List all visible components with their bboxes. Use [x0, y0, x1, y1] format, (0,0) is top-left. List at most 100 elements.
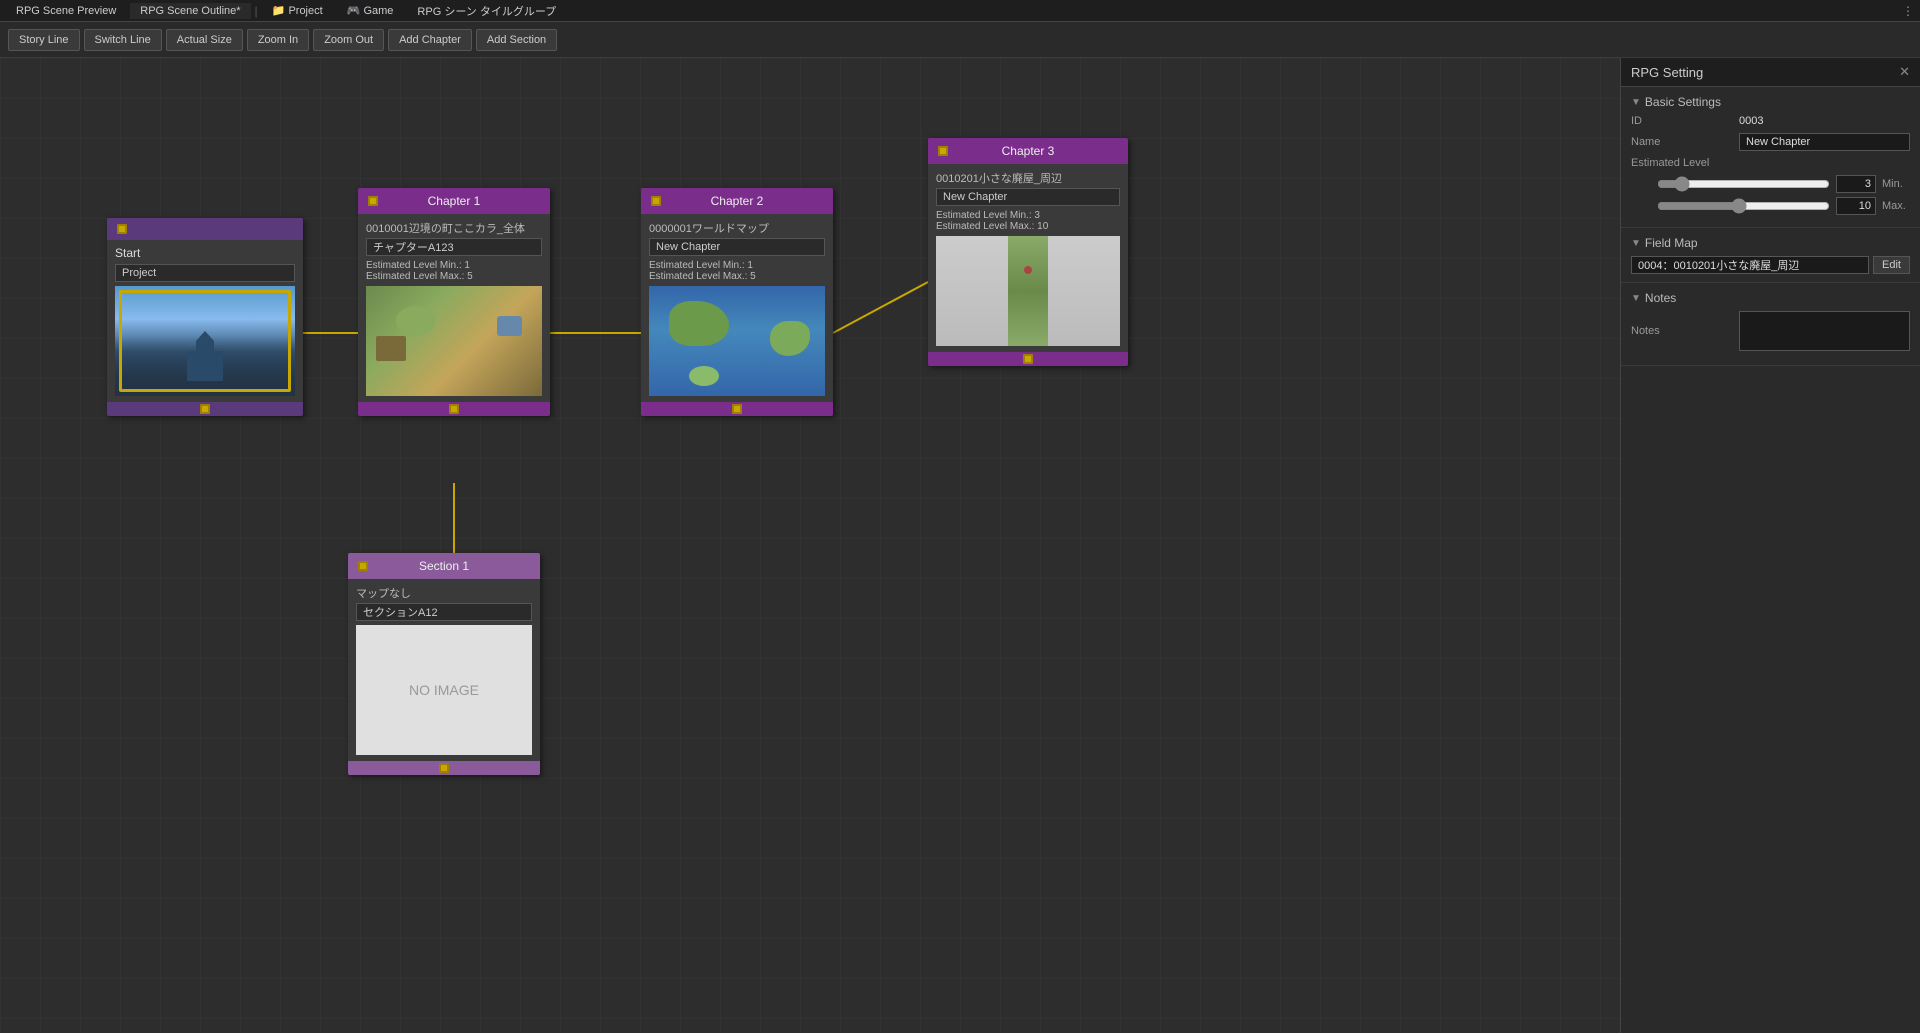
panel-close-icon[interactable]: ✕ — [1899, 64, 1910, 80]
field-map-header: ▼ Field Map — [1631, 236, 1910, 250]
start-node-footer — [107, 402, 303, 416]
chapter1-input[interactable] — [366, 238, 542, 256]
story-line-button[interactable]: Story Line — [8, 29, 80, 51]
chapter1-level: Estimated Level Min.: 1Estimated Level M… — [366, 260, 542, 282]
chapter3-level: Estimated Level Min.: 3Estimated Level M… — [936, 210, 1120, 232]
field-map-label: Field Map — [1645, 236, 1698, 250]
name-label: Name — [1631, 136, 1731, 148]
level-max-unit: Max. — [1882, 200, 1910, 212]
chapter1-connector-top — [368, 196, 378, 206]
notes-label: Notes — [1631, 325, 1731, 337]
start-connector-top — [117, 224, 127, 234]
chapter2-mapid: 0000001ワールドマップ — [649, 220, 825, 236]
level-min-slider[interactable] — [1657, 176, 1830, 192]
chapter3-connector-top — [938, 146, 948, 156]
notes-row: Notes — [1631, 311, 1910, 351]
tab-tilemap[interactable]: RPG シーン タイルグループ — [407, 1, 566, 21]
section1-connector-bottom — [439, 763, 449, 773]
chapter2-image — [649, 286, 825, 396]
zoom-out-button[interactable]: Zoom Out — [313, 29, 384, 51]
level-max-row: Max. — [1631, 197, 1910, 215]
right-panel: RPG Setting ✕ ▼ Basic Settings ID 0003 N… — [1620, 58, 1920, 1033]
panel-title-text: RPG Setting — [1631, 65, 1703, 80]
notes-section-label: Notes — [1645, 291, 1676, 305]
zoom-in-button[interactable]: Zoom In — [247, 29, 309, 51]
chapter3-input[interactable] — [936, 188, 1120, 206]
toolbar: Story Line Switch Line Actual Size Zoom … — [0, 22, 1920, 58]
tab-project[interactable]: 📁 Project — [262, 2, 333, 19]
chapter2-node[interactable]: Chapter 2 0000001ワールドマップ Estimated Level… — [641, 188, 833, 416]
chapter1-footer — [358, 402, 550, 416]
section1-connector-top — [358, 561, 368, 571]
name-input[interactable] — [1739, 133, 1910, 151]
start-node-body: Start — [107, 240, 303, 402]
chapter2-header: Chapter 2 — [641, 188, 833, 214]
estimated-level-row: Estimated Level — [1631, 157, 1910, 169]
tab-game[interactable]: 🎮 Game — [337, 2, 404, 19]
section1-no-image: NO IMAGE — [356, 625, 532, 755]
id-value: 0003 — [1739, 115, 1763, 127]
field-map-edit-button[interactable]: Edit — [1873, 256, 1910, 274]
add-section-button[interactable]: Add Section — [476, 29, 557, 51]
start-image — [115, 286, 295, 396]
chapter2-connector-top — [651, 196, 661, 206]
basic-settings-section: ▼ Basic Settings ID 0003 Name Estimated … — [1621, 87, 1920, 228]
start-node-header — [107, 218, 303, 240]
level-max-slider[interactable] — [1657, 198, 1830, 214]
chapter3-connector-bottom — [1023, 354, 1033, 364]
chapter1-title: Chapter 1 — [428, 194, 481, 208]
level-max-input[interactable] — [1836, 197, 1876, 215]
field-map-input[interactable] — [1631, 256, 1869, 274]
chapter3-node[interactable]: Chapter 3 0010201小さな廃屋_周辺 Estimated Leve… — [928, 138, 1128, 366]
chapter3-body: 0010201小さな廃屋_周辺 Estimated Level Min.: 3E… — [928, 164, 1128, 352]
id-label: ID — [1631, 115, 1731, 127]
chapter2-connector-bottom — [732, 404, 742, 414]
chapter3-footer — [928, 352, 1128, 366]
section1-body: マップなし NO IMAGE — [348, 579, 540, 761]
basic-settings-header: ▼ Basic Settings — [1631, 95, 1910, 109]
chapter1-node[interactable]: Chapter 1 0010001辺境の町ここカラ_全体 Estimated L… — [358, 188, 550, 416]
actual-size-button[interactable]: Actual Size — [166, 29, 243, 51]
level-min-row: Min. — [1631, 175, 1910, 193]
tab-separator-1: | — [255, 4, 258, 18]
story-canvas[interactable]: Start Chapter 1 — [0, 58, 1620, 1033]
section1-title: Section 1 — [419, 559, 469, 573]
level-min-input[interactable] — [1836, 175, 1876, 193]
estimated-level-label: Estimated Level — [1631, 157, 1731, 169]
section1-mapid: マップなし — [356, 585, 532, 601]
more-tabs-button[interactable]: ⋮ — [1902, 4, 1914, 18]
notes-section: ▼ Notes Notes — [1621, 283, 1920, 366]
chapter1-connector-bottom — [449, 404, 459, 414]
field-map-section: ▼ Field Map Edit — [1621, 228, 1920, 283]
field-map-arrow: ▼ — [1631, 238, 1641, 249]
switch-line-button[interactable]: Switch Line — [84, 29, 162, 51]
add-chapter-button[interactable]: Add Chapter — [388, 29, 472, 51]
section1-node[interactable]: Section 1 マップなし NO IMAGE — [348, 553, 540, 775]
chapter2-title: Chapter 2 — [711, 194, 764, 208]
start-connector-bottom — [200, 404, 210, 414]
right-panel-title: RPG Setting ✕ — [1621, 58, 1920, 87]
chapter1-body: 0010001辺境の町ここカラ_全体 Estimated Level Min.:… — [358, 214, 550, 402]
section1-input[interactable] — [356, 603, 532, 621]
level-min-unit: Min. — [1882, 178, 1910, 190]
start-node[interactable]: Start — [107, 218, 303, 416]
basic-settings-arrow: ▼ — [1631, 97, 1641, 108]
field-map-row: Edit — [1631, 256, 1910, 274]
name-row: Name — [1631, 133, 1910, 151]
chapter1-header: Chapter 1 — [358, 188, 550, 214]
section1-header: Section 1 — [348, 553, 540, 579]
chapter2-input[interactable] — [649, 238, 825, 256]
chapter3-mapid: 0010201小さな廃屋_周辺 — [936, 170, 1120, 186]
tab-rpg-scene-outline[interactable]: RPG Scene Outline* — [130, 3, 250, 19]
start-project-input[interactable] — [115, 264, 295, 282]
chapter1-image — [366, 286, 542, 396]
start-title: Start — [115, 246, 295, 260]
notes-arrow: ▼ — [1631, 293, 1641, 304]
chapter2-footer — [641, 402, 833, 416]
tab-rpg-scene-preview[interactable]: RPG Scene Preview — [6, 3, 126, 19]
chapter2-body: 0000001ワールドマップ Estimated Level Min.: 1Es… — [641, 214, 833, 402]
chapter3-image — [936, 236, 1120, 346]
notes-textarea[interactable] — [1739, 311, 1910, 351]
notes-header: ▼ Notes — [1631, 291, 1910, 305]
tab-bar: RPG Scene Preview RPG Scene Outline* | 📁… — [0, 0, 1920, 22]
